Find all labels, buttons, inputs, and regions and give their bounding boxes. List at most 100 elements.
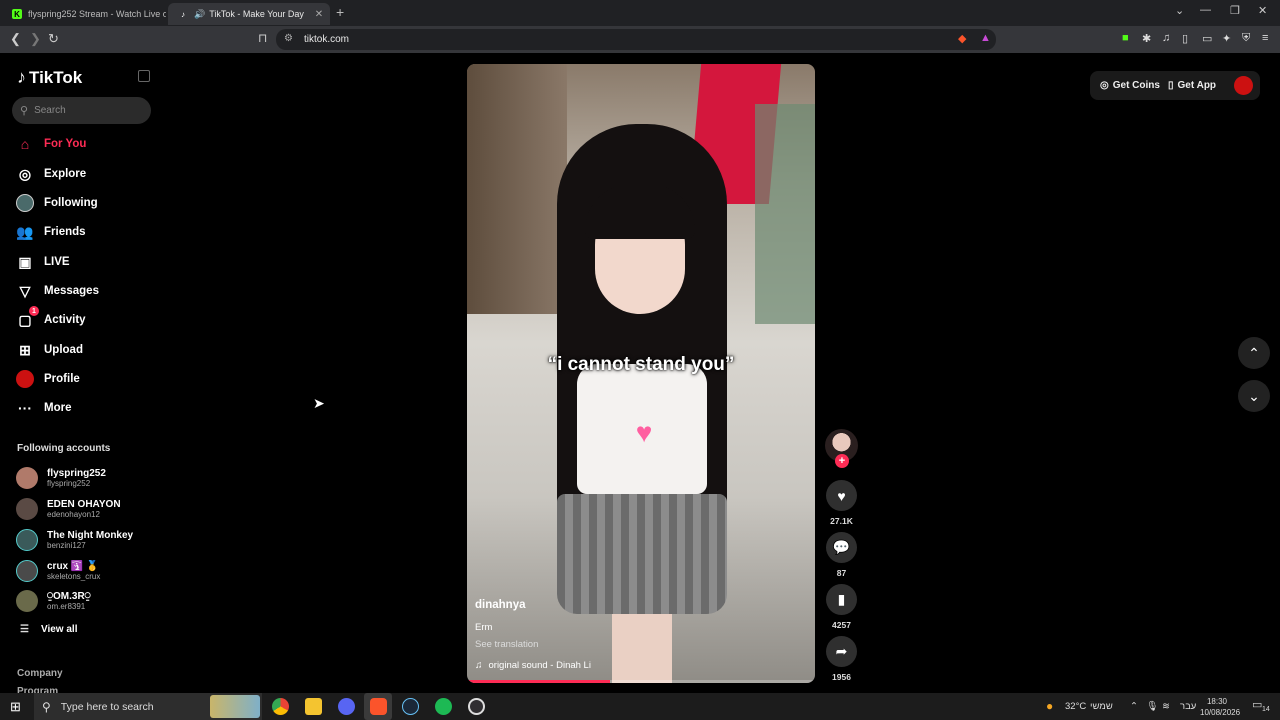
- nav-messages[interactable]: ▽ Messages: [16, 280, 99, 302]
- nav-more[interactable]: ··· More: [16, 397, 71, 419]
- video-subject: [557, 494, 727, 614]
- chrome-icon[interactable]: [272, 698, 289, 715]
- windows-taskbar: ⊞ ⚲ Type here to search ● 32°C שמשי ⌃ 🎙 …: [0, 693, 1280, 720]
- get-coins-button[interactable]: ◎ Get Coins: [1100, 80, 1160, 91]
- account-item[interactable]: EDEN OHAYON edenohayon12: [16, 496, 121, 522]
- tab-search-icon[interactable]: ⌄: [1175, 4, 1184, 17]
- speaker-icon[interactable]: 🔊: [194, 9, 205, 20]
- extension-live-icon[interactable]: ■: [1122, 32, 1129, 44]
- account-item[interactable]: The Night Monkey benzini127: [16, 527, 133, 553]
- nav-activity[interactable]: ▢ 1 Activity: [16, 306, 86, 331]
- collapse-sidebar-icon[interactable]: [138, 70, 150, 82]
- footer-company-link[interactable]: Company: [17, 668, 63, 679]
- nav-label: More: [44, 402, 72, 414]
- video-progress-bar[interactable]: [467, 680, 815, 683]
- brave-icon[interactable]: [370, 698, 387, 715]
- tab-tiktok[interactable]: ♪ 🔊 TikTok - Make Your Day ✕: [168, 3, 330, 25]
- brand-name: TikTok: [29, 67, 83, 87]
- account-username: skeletons_crux: [47, 571, 101, 581]
- see-translation-link[interactable]: See translation: [475, 639, 538, 650]
- nav-label: Following: [44, 197, 98, 209]
- nav-explore[interactable]: ◎ Explore: [16, 163, 86, 185]
- nav-label: Activity: [44, 314, 86, 326]
- tray-chevron-up-icon[interactable]: ⌃: [1130, 701, 1138, 712]
- follow-plus-icon[interactable]: +: [835, 454, 849, 468]
- video-caption-overlay: “i cannot stand you”: [547, 354, 735, 375]
- minimize-button[interactable]: —: [1200, 4, 1211, 16]
- wallet-icon[interactable]: ▭: [1202, 32, 1212, 45]
- nav-friends[interactable]: 👥 Friends: [16, 221, 85, 243]
- nav-upload[interactable]: ⊞ Upload: [16, 339, 83, 361]
- get-app-button[interactable]: ▯ Get App: [1168, 80, 1216, 91]
- video-sound[interactable]: ♫ original sound - Dinah Li: [475, 660, 591, 671]
- nav-for-you[interactable]: ⌂ For You: [16, 133, 87, 155]
- wifi-icon[interactable]: ≋: [1162, 701, 1170, 712]
- get-coins-label: Get Coins: [1112, 80, 1160, 91]
- sidebar-toggle-icon[interactable]: ▯: [1182, 32, 1188, 45]
- taskbar-search[interactable]: ⚲ Type here to search: [34, 693, 262, 720]
- account-username: flyspring252: [47, 478, 91, 488]
- weather-icon[interactable]: ●: [1046, 699, 1053, 713]
- notification-icon[interactable]: ▭: [1252, 698, 1262, 711]
- spotify-icon[interactable]: [435, 698, 452, 715]
- view-all-button[interactable]: ☰ View all: [20, 624, 77, 635]
- reload-icon[interactable]: ↻: [48, 31, 59, 47]
- forward-icon[interactable]: ❯: [30, 31, 41, 47]
- new-tab-button[interactable]: +: [336, 4, 344, 20]
- microphone-icon[interactable]: 🎙: [1146, 701, 1158, 712]
- leo-ai-icon[interactable]: ✦: [1222, 32, 1231, 45]
- account-username: benzini127: [47, 540, 86, 550]
- clock-date: 10/08/2026: [1200, 708, 1241, 717]
- file-explorer-icon[interactable]: [305, 698, 322, 715]
- nav-profile[interactable]: Profile: [16, 368, 80, 390]
- account-avatar: [16, 560, 38, 582]
- mouse-cursor-icon: ➤: [313, 395, 325, 411]
- url-bar[interactable]: ⚙ tiktok.com ◆ ▲: [276, 29, 996, 50]
- close-tab-icon[interactable]: ✕: [312, 9, 326, 20]
- music-icon[interactable]: ♫: [1162, 32, 1170, 44]
- tab-kick[interactable]: K flyspring252 Stream - Watch Live on: [2, 3, 166, 25]
- discord-icon[interactable]: [338, 698, 355, 715]
- search-input[interactable]: [34, 105, 135, 116]
- obs-icon[interactable]: [468, 698, 485, 715]
- account-item[interactable]: crux 🛐 🥇 skeletons_crux: [16, 558, 100, 584]
- next-video-button[interactable]: ⌄: [1238, 380, 1270, 412]
- vpn-icon[interactable]: ⛨: [1242, 32, 1250, 45]
- nav-label: Messages: [44, 285, 99, 297]
- nav-following[interactable]: Following: [16, 192, 98, 214]
- tiktok-logo[interactable]: ♪ TikTok: [17, 67, 82, 88]
- close-window-button[interactable]: ✕: [1258, 4, 1267, 17]
- search-icon: ⚲: [20, 105, 29, 117]
- video-author[interactable]: dinahnya: [475, 599, 525, 611]
- rewards-icon[interactable]: ▲: [980, 32, 991, 44]
- account-item[interactable]: flyspring252 flyspring252: [16, 465, 106, 491]
- comment-button[interactable]: 💬: [826, 532, 857, 563]
- windows-start-icon[interactable]: ⊞: [10, 699, 21, 715]
- site-settings-icon[interactable]: ⚙: [284, 33, 293, 44]
- bookmark-icon[interactable]: ⊓: [258, 31, 267, 45]
- weather-temp[interactable]: 32°C: [1065, 701, 1086, 712]
- browser-tab-bar: K flyspring252 Stream - Watch Live on ♪ …: [0, 0, 1280, 26]
- previous-video-button[interactable]: ⌃: [1238, 337, 1270, 369]
- back-icon[interactable]: ❮: [10, 31, 21, 47]
- header-profile-avatar[interactable]: [1234, 76, 1253, 95]
- brave-shield-icon[interactable]: ◆: [958, 32, 966, 45]
- language-indicator[interactable]: עבר: [1180, 701, 1196, 712]
- account-name: EDEN OHAYON: [47, 498, 121, 510]
- video-player[interactable]: ♥ “i cannot stand you” dinahnya Erm See …: [467, 64, 815, 683]
- steam-icon[interactable]: [402, 698, 419, 715]
- system-clock[interactable]: 18:30 10/08/2026: [1200, 696, 1241, 718]
- search-highlight-image: [210, 695, 260, 718]
- maximize-button[interactable]: ❐: [1230, 4, 1240, 17]
- search-box[interactable]: ⚲: [12, 97, 151, 124]
- like-button[interactable]: ♥: [826, 480, 857, 511]
- share-button[interactable]: ➦: [826, 636, 857, 667]
- menu-icon[interactable]: ≡: [1262, 32, 1268, 44]
- upload-icon: ⊞: [19, 341, 31, 358]
- home-icon: ⌂: [20, 136, 30, 152]
- save-button[interactable]: ▮: [826, 584, 857, 615]
- sound-label: original sound - Dinah Li: [488, 660, 591, 671]
- account-item[interactable]: ⍜OM.3R⍜ om.er8391: [16, 588, 91, 614]
- extensions-puzzle-icon[interactable]: ✱: [1142, 32, 1151, 45]
- nav-live[interactable]: ▣ LIVE: [16, 251, 69, 273]
